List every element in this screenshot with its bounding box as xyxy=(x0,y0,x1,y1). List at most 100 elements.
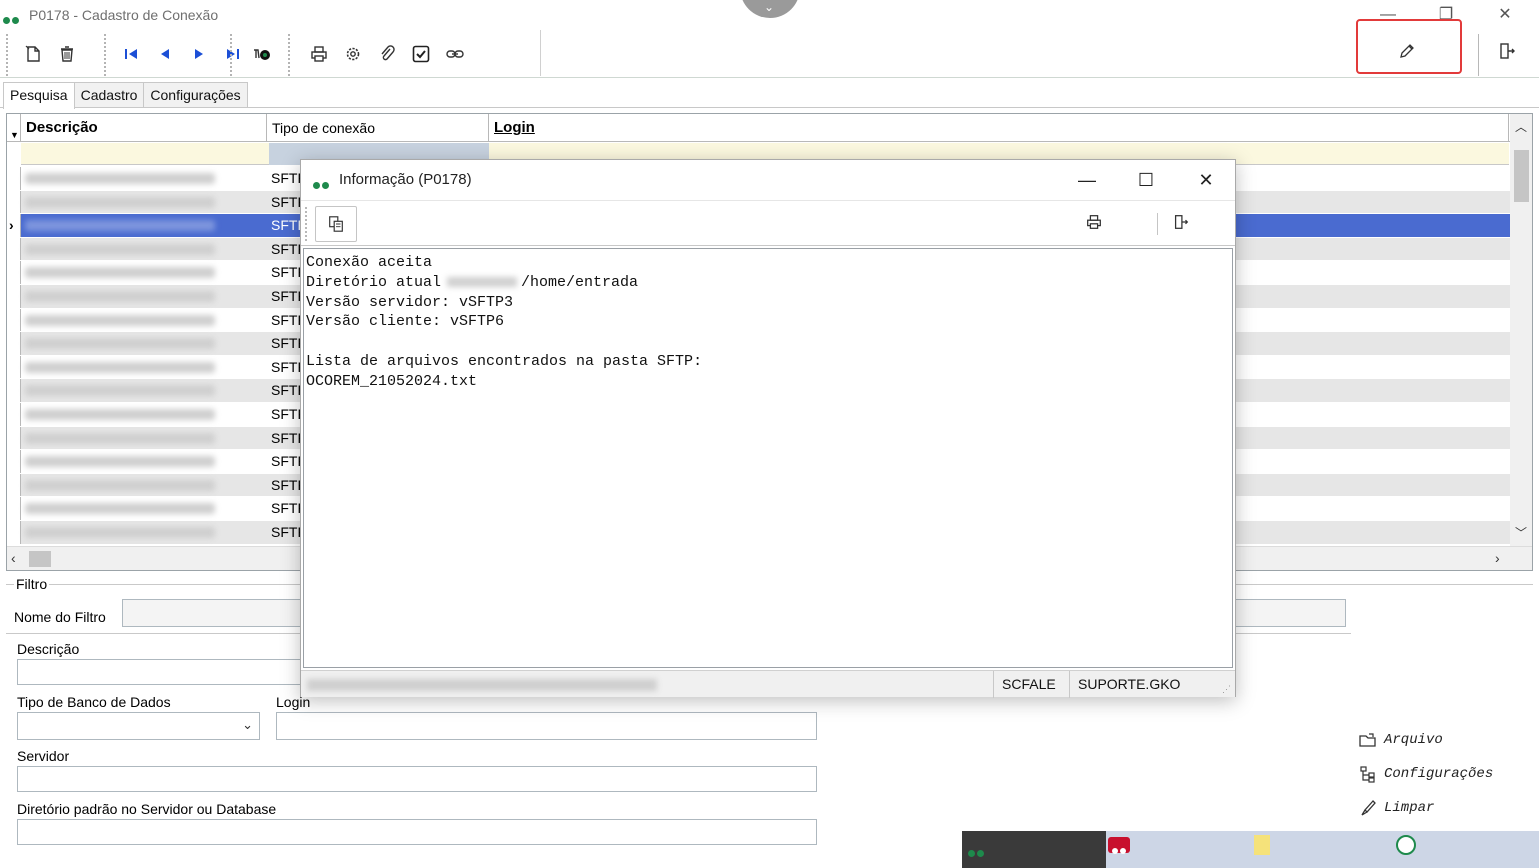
confirm-button[interactable] xyxy=(408,41,434,67)
row-indicator[interactable] xyxy=(7,167,21,190)
row-indicator[interactable] xyxy=(7,308,21,332)
column-tipo-conexao[interactable]: Tipo de conexão xyxy=(267,114,489,142)
limpar-label: Limpar xyxy=(1384,800,1435,816)
resize-grip-icon[interactable]: ⋰ xyxy=(1222,684,1231,695)
redacted-description xyxy=(25,220,215,232)
scroll-down-icon[interactable]: ﹀ xyxy=(1515,524,1527,541)
dialog-minimize-button[interactable]: — xyxy=(1063,166,1111,194)
row-indicator[interactable] xyxy=(7,497,21,520)
taskbar-sync-icon[interactable] xyxy=(1396,835,1416,855)
settings-button[interactable] xyxy=(340,41,366,67)
row-indicator[interactable] xyxy=(7,426,21,450)
attachment-button[interactable] xyxy=(374,41,400,67)
toolbar-separator xyxy=(1157,213,1158,235)
redacted-text xyxy=(447,276,518,287)
printer-icon xyxy=(1087,215,1101,229)
row-indicator[interactable] xyxy=(7,261,21,284)
diretorio-input[interactable] xyxy=(17,819,817,845)
search-button[interactable] xyxy=(248,41,274,67)
column-descricao[interactable]: Descrição xyxy=(21,114,267,142)
dialog-exit-button[interactable] xyxy=(1172,213,1190,234)
tipo-banco-select[interactable]: ⌄ xyxy=(17,712,260,740)
message-label: Diretório atual xyxy=(306,273,442,291)
row-indicator[interactable] xyxy=(7,190,21,214)
toolbar-grip xyxy=(6,34,8,76)
dialog-title: Informação (P0178) xyxy=(339,171,472,188)
exit-icon xyxy=(1174,215,1189,229)
taskbar-notes-icon[interactable] xyxy=(1254,835,1270,855)
row-indicator-header[interactable]: ▼ xyxy=(7,114,21,142)
horizontal-scroll-thumb[interactable] xyxy=(29,551,51,567)
servidor-input[interactable] xyxy=(17,766,817,792)
first-record-button[interactable] xyxy=(118,41,144,67)
arquivo-button[interactable]: Arquivo xyxy=(1358,730,1443,750)
row-indicator[interactable] xyxy=(7,473,21,497)
row-indicator[interactable] xyxy=(7,450,21,473)
new-record-button[interactable] xyxy=(20,41,46,67)
link-button[interactable] xyxy=(442,41,468,67)
printer-icon xyxy=(311,46,327,62)
main-toolbar xyxy=(0,30,1539,78)
row-indicator[interactable] xyxy=(7,284,21,308)
redacted-description xyxy=(25,503,215,515)
app-logo-icon xyxy=(3,11,21,27)
redacted-description xyxy=(25,338,215,350)
main-tabs: Pesquisa Cadastro Configurações xyxy=(3,82,248,109)
taskbar-app-icon[interactable] xyxy=(1108,837,1130,854)
copy-button[interactable] xyxy=(315,206,357,242)
redacted-description xyxy=(25,479,215,491)
row-indicator[interactable] xyxy=(7,520,21,544)
print-button[interactable] xyxy=(306,41,332,67)
row-indicator[interactable] xyxy=(7,402,21,426)
last-icon xyxy=(227,49,239,59)
exit-button[interactable] xyxy=(1494,38,1520,64)
dialog-print-button[interactable] xyxy=(1085,213,1103,234)
vertical-scroll-thumb[interactable] xyxy=(1514,150,1529,202)
first-icon xyxy=(125,49,137,59)
row-indicator[interactable] xyxy=(7,332,21,355)
column-login[interactable]: Login xyxy=(489,114,1509,142)
dialog-maximize-button[interactable]: ☐ xyxy=(1122,166,1170,194)
next-record-button[interactable] xyxy=(186,41,212,67)
row-indicator[interactable] xyxy=(7,355,21,379)
nome-filtro-label: Nome do Filtro xyxy=(14,609,106,625)
last-record-button[interactable] xyxy=(220,41,246,67)
previous-icon xyxy=(161,49,169,59)
row-indicator[interactable] xyxy=(7,237,21,261)
dialog-close-button[interactable]: ✕ xyxy=(1182,166,1230,194)
previous-record-button[interactable] xyxy=(152,41,178,67)
redacted-description xyxy=(25,408,215,420)
taskbar xyxy=(962,831,1539,868)
scroll-up-icon[interactable]: ︿ xyxy=(1515,118,1527,135)
message-line xyxy=(306,332,1230,352)
close-button[interactable]: ✕ xyxy=(1485,3,1525,27)
toolbar-separator xyxy=(230,34,232,76)
message-line: Versão servidor: vSFTP3 xyxy=(306,293,514,311)
taskbar-app-button[interactable] xyxy=(962,831,1106,868)
copy-icon xyxy=(329,216,343,232)
delete-button[interactable] xyxy=(54,41,80,67)
folder-open-icon xyxy=(1359,733,1376,747)
redacted-description xyxy=(25,432,215,444)
tab-cadastro[interactable]: Cadastro xyxy=(73,82,145,108)
redacted-description xyxy=(25,173,215,184)
login-input[interactable] xyxy=(276,712,817,740)
chevron-down-icon: ⌄ xyxy=(764,0,775,14)
vertical-scrollbar[interactable]: ︿ ﹀ xyxy=(1510,114,1532,546)
tab-pesquisa[interactable]: Pesquisa xyxy=(3,82,75,109)
dialog-message-text[interactable]: Conexão aceita Diretório atual/home/entra… xyxy=(303,248,1233,668)
limpar-button[interactable]: Limpar xyxy=(1358,798,1434,818)
collapse-handle[interactable]: ⌄ xyxy=(740,0,800,18)
arquivo-label: Arquivo xyxy=(1384,732,1443,748)
row-indicator[interactable]: › xyxy=(7,214,21,237)
scroll-right-icon[interactable]: › xyxy=(1495,550,1500,566)
tab-underline xyxy=(0,107,1539,108)
window-titlebar: P0178 - Cadastro de Conexão ⌄ — ❐ ✕ xyxy=(0,0,1539,30)
redacted-description xyxy=(25,314,215,326)
binoculars-icon xyxy=(254,49,270,60)
tab-configuracoes[interactable]: Configurações xyxy=(143,82,248,108)
row-indicator[interactable] xyxy=(7,379,21,402)
scroll-left-icon[interactable]: ‹ xyxy=(11,550,16,566)
dialog-toolbar xyxy=(301,200,1235,246)
configuracoes-button[interactable]: Configurações xyxy=(1358,764,1493,784)
